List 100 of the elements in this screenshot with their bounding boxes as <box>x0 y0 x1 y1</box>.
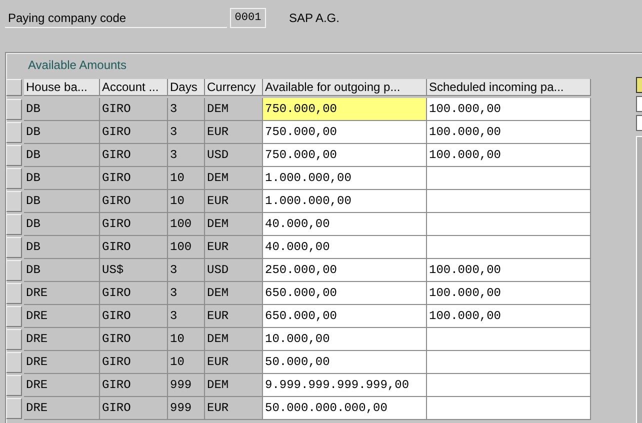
row-selector[interactable] <box>6 99 22 120</box>
toolbar-button[interactable] <box>636 115 642 131</box>
row-selector[interactable] <box>6 168 22 189</box>
table-cell[interactable]: 10.000,00 <box>263 328 427 351</box>
table-cell[interactable] <box>427 236 591 259</box>
table-cell[interactable]: 100.000,00 <box>427 98 591 121</box>
table-cell[interactable]: 750.000,00 <box>263 98 427 121</box>
table-cell: 3 <box>168 121 205 144</box>
row-selector[interactable] <box>6 214 22 235</box>
table-cell: DRE <box>24 374 100 397</box>
table-cell: 10 <box>168 328 205 351</box>
table-cell[interactable]: 100.000,00 <box>427 282 591 305</box>
table-cell: 999 <box>168 374 205 397</box>
table-cell: 3 <box>168 98 205 121</box>
table-cell: US$ <box>100 259 168 282</box>
table-cell[interactable]: 100.000,00 <box>427 305 591 328</box>
table-cell: DRE <box>24 328 100 351</box>
company-name: SAP A.G. <box>289 11 340 25</box>
table-cell[interactable]: 750.000,00 <box>263 121 427 144</box>
table-cell[interactable]: 1.000.000,00 <box>263 190 427 213</box>
table-cell: DEM <box>205 98 263 121</box>
table-cell[interactable]: 750.000,00 <box>263 144 427 167</box>
group-title: Available Amounts <box>28 58 127 72</box>
table-cell: DRE <box>24 305 100 328</box>
table-cell: USD <box>205 144 263 167</box>
column-header[interactable]: House ba... <box>24 79 100 96</box>
row-selector[interactable] <box>6 398 22 419</box>
table-cell: DEM <box>205 282 263 305</box>
column-header[interactable]: Days <box>168 79 205 96</box>
table-cell: GIRO <box>100 190 168 213</box>
table-cell[interactable]: 40.000,00 <box>263 236 427 259</box>
table-cell[interactable] <box>427 397 591 420</box>
table-cell[interactable] <box>427 167 591 190</box>
table-cell[interactable]: 100.000,00 <box>427 259 591 282</box>
scrollbar[interactable] <box>636 136 642 423</box>
table-cell: GIRO <box>100 328 168 351</box>
table-cell[interactable] <box>427 374 591 397</box>
table-cell[interactable]: 650.000,00 <box>263 282 427 305</box>
table-cell: EUR <box>205 190 263 213</box>
row-selector[interactable] <box>6 260 22 281</box>
row-selector[interactable] <box>6 375 22 396</box>
column-header[interactable]: Available for outgoing p... <box>263 79 427 96</box>
row-selector[interactable] <box>6 283 22 304</box>
table-cell[interactable] <box>427 213 591 236</box>
table-cell: 3 <box>168 144 205 167</box>
table-cell: 100 <box>168 213 205 236</box>
table-cell[interactable] <box>427 328 591 351</box>
table-cell: DB <box>24 236 100 259</box>
table-cell[interactable] <box>427 190 591 213</box>
table-cell[interactable] <box>427 351 591 374</box>
field-label: Paying company code <box>5 8 227 28</box>
row-selector[interactable] <box>6 306 22 327</box>
table-cell[interactable]: 250.000,00 <box>263 259 427 282</box>
row-selector[interactable] <box>6 237 22 258</box>
table-cell: GIRO <box>100 305 168 328</box>
table-cell: DRE <box>24 397 100 420</box>
table-cell: GIRO <box>100 397 168 420</box>
table-cell[interactable]: 1.000.000,00 <box>263 167 427 190</box>
table-cell[interactable]: 50.000,00 <box>263 351 427 374</box>
table-cell: GIRO <box>100 144 168 167</box>
table-cell: GIRO <box>100 282 168 305</box>
row-selector[interactable] <box>6 329 22 350</box>
table-cell[interactable]: 40.000,00 <box>263 213 427 236</box>
column-header[interactable]: Currency <box>205 79 263 96</box>
table-cell: DB <box>24 121 100 144</box>
table-cell: 10 <box>168 351 205 374</box>
table-cell[interactable]: 100.000,00 <box>427 121 591 144</box>
table-cell: EUR <box>205 397 263 420</box>
company-code-field[interactable]: 0001 <box>230 8 266 28</box>
table-cell: 10 <box>168 167 205 190</box>
row-selector[interactable] <box>6 145 22 166</box>
table-cell: GIRO <box>100 236 168 259</box>
table-cell: DB <box>24 167 100 190</box>
row-selector[interactable] <box>6 352 22 373</box>
table-cell[interactable]: 650.000,00 <box>263 305 427 328</box>
table-cell: DB <box>24 144 100 167</box>
table-cell: EUR <box>205 236 263 259</box>
table-cell: DB <box>24 259 100 282</box>
table-cell: GIRO <box>100 167 168 190</box>
table-cell: EUR <box>205 351 263 374</box>
table-cell: 999 <box>168 397 205 420</box>
column-header[interactable]: Account ... <box>100 79 168 96</box>
table-cell: DEM <box>205 374 263 397</box>
table-cell: 3 <box>168 259 205 282</box>
select-all-button[interactable] <box>6 79 22 96</box>
table-cell[interactable]: 100.000,00 <box>427 144 591 167</box>
table-cell: DEM <box>205 328 263 351</box>
table-cell[interactable]: 9.999.999.999.999,00 <box>263 374 427 397</box>
row-selector[interactable] <box>6 191 22 212</box>
toolbar-button[interactable] <box>636 77 642 93</box>
table-cell: USD <box>205 259 263 282</box>
row-selector[interactable] <box>6 122 22 143</box>
table-cell: DB <box>24 98 100 121</box>
table-cell[interactable]: 50.000.000.000,00 <box>263 397 427 420</box>
table-cell: DEM <box>205 213 263 236</box>
toolbar-button[interactable] <box>636 96 642 112</box>
table-cell: DB <box>24 190 100 213</box>
table-cell: GIRO <box>100 213 168 236</box>
column-header[interactable]: Scheduled incoming pa... <box>427 79 591 96</box>
table-cell: EUR <box>205 305 263 328</box>
